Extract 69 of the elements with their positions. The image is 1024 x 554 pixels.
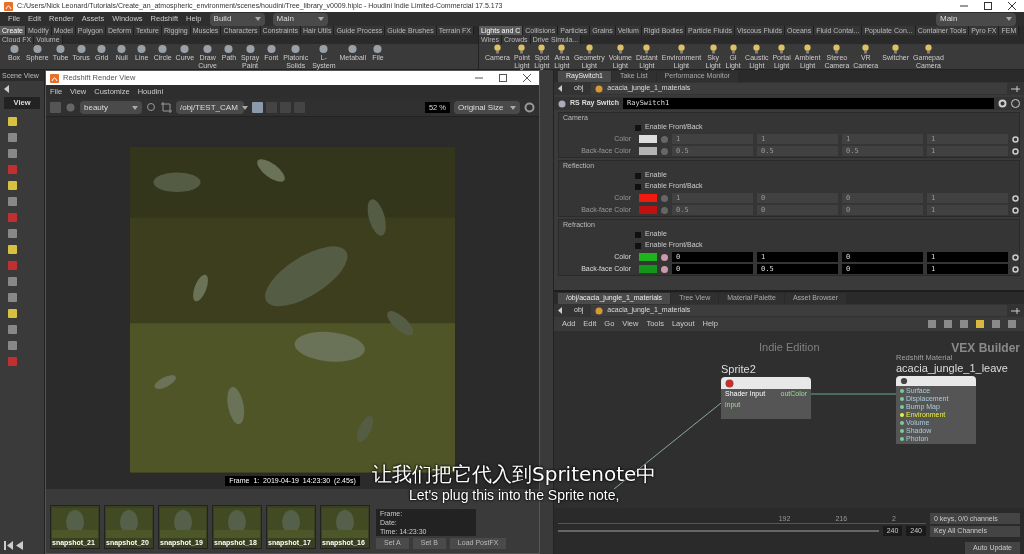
close-icon[interactable]: [1008, 2, 1016, 10]
play-reverse-icon[interactable]: [15, 541, 24, 550]
bulb-icon: [676, 44, 686, 54]
bulb-icon: [803, 44, 813, 54]
checkbox[interactable]: [635, 242, 641, 249]
size-dropdown[interactable]: Original Size: [454, 101, 520, 114]
bulb-icon: [777, 44, 787, 54]
crop-icon[interactable]: [161, 102, 172, 113]
bulb-icon: [557, 44, 567, 54]
maximize-icon[interactable]: [984, 2, 992, 10]
bulb-icon: [728, 44, 738, 54]
minimize-icon[interactable]: [960, 2, 968, 10]
caret-icon: [510, 104, 516, 111]
bulb-icon: [642, 44, 652, 54]
toolbar-icon[interactable]: [252, 102, 263, 113]
subtitle: 让我们把它代入到Spritenote中: [372, 462, 657, 486]
maximize-icon[interactable]: [499, 74, 507, 82]
bulb-icon: [492, 44, 502, 54]
color-wheel-icon[interactable]: [661, 253, 668, 261]
color-wheel-icon[interactable]: [661, 265, 668, 273]
sphere-icon: [180, 44, 190, 54]
caret-icon: [1006, 16, 1012, 22]
checkbox[interactable]: [635, 124, 641, 131]
sphere-icon: [266, 44, 276, 54]
checkbox[interactable]: [635, 183, 641, 190]
caret-icon: [317, 16, 324, 22]
node-title: Sprite2: [721, 363, 756, 376]
bulb-icon: [891, 44, 901, 54]
sphere-icon: [9, 44, 19, 54]
bulb-icon: [708, 44, 718, 54]
bulb-icon: [832, 44, 842, 54]
context-label: VEX Builder: [951, 340, 1020, 355]
sphere-icon: [158, 44, 168, 54]
edition-label: Indie Edition: [759, 340, 820, 355]
help-icon[interactable]: [1011, 99, 1020, 108]
bulb-icon: [517, 44, 527, 54]
subtitle: Let's plug this into the Sprite note,: [408, 486, 620, 504]
checkbox[interactable]: [635, 172, 641, 179]
sphere-icon: [245, 44, 255, 54]
caret-icon: [132, 104, 138, 111]
node-title: acacia_jungle_1_leave: [896, 362, 1008, 375]
bulb-icon: [752, 44, 762, 54]
aov-dropdown[interactable]: beauty: [80, 101, 142, 114]
sphere-icon: [348, 44, 358, 54]
minimize-icon[interactable]: [475, 74, 483, 82]
bulb-icon: [861, 44, 871, 54]
caret-icon: [241, 104, 248, 111]
close-icon[interactable]: [523, 74, 531, 82]
rewind-icon[interactable]: [4, 541, 13, 550]
checkbox[interactable]: [635, 231, 641, 238]
bulb-icon: [615, 44, 625, 54]
caret-icon: [254, 16, 261, 22]
context-dropdown[interactable]: Main: [936, 12, 1016, 26]
color-swatch[interactable]: [639, 265, 657, 273]
bulb-icon: [584, 44, 594, 54]
sphere-icon: [32, 44, 42, 54]
color-swatch[interactable]: [639, 253, 657, 261]
context-dropdown[interactable]: Main: [272, 12, 328, 26]
sphere-icon: [373, 44, 383, 54]
desktop-dropdown[interactable]: Build: [209, 12, 265, 26]
sphere-icon: [224, 44, 234, 54]
bulb-icon: [923, 44, 933, 54]
settings-icon[interactable]: [524, 102, 535, 113]
node-type-icon: [558, 99, 566, 108]
sphere-icon: [319, 44, 329, 54]
sphere-icon: [203, 44, 213, 54]
sphere-icon: [725, 378, 734, 388]
bulb-icon: [537, 44, 547, 54]
sphere-icon: [291, 44, 301, 54]
